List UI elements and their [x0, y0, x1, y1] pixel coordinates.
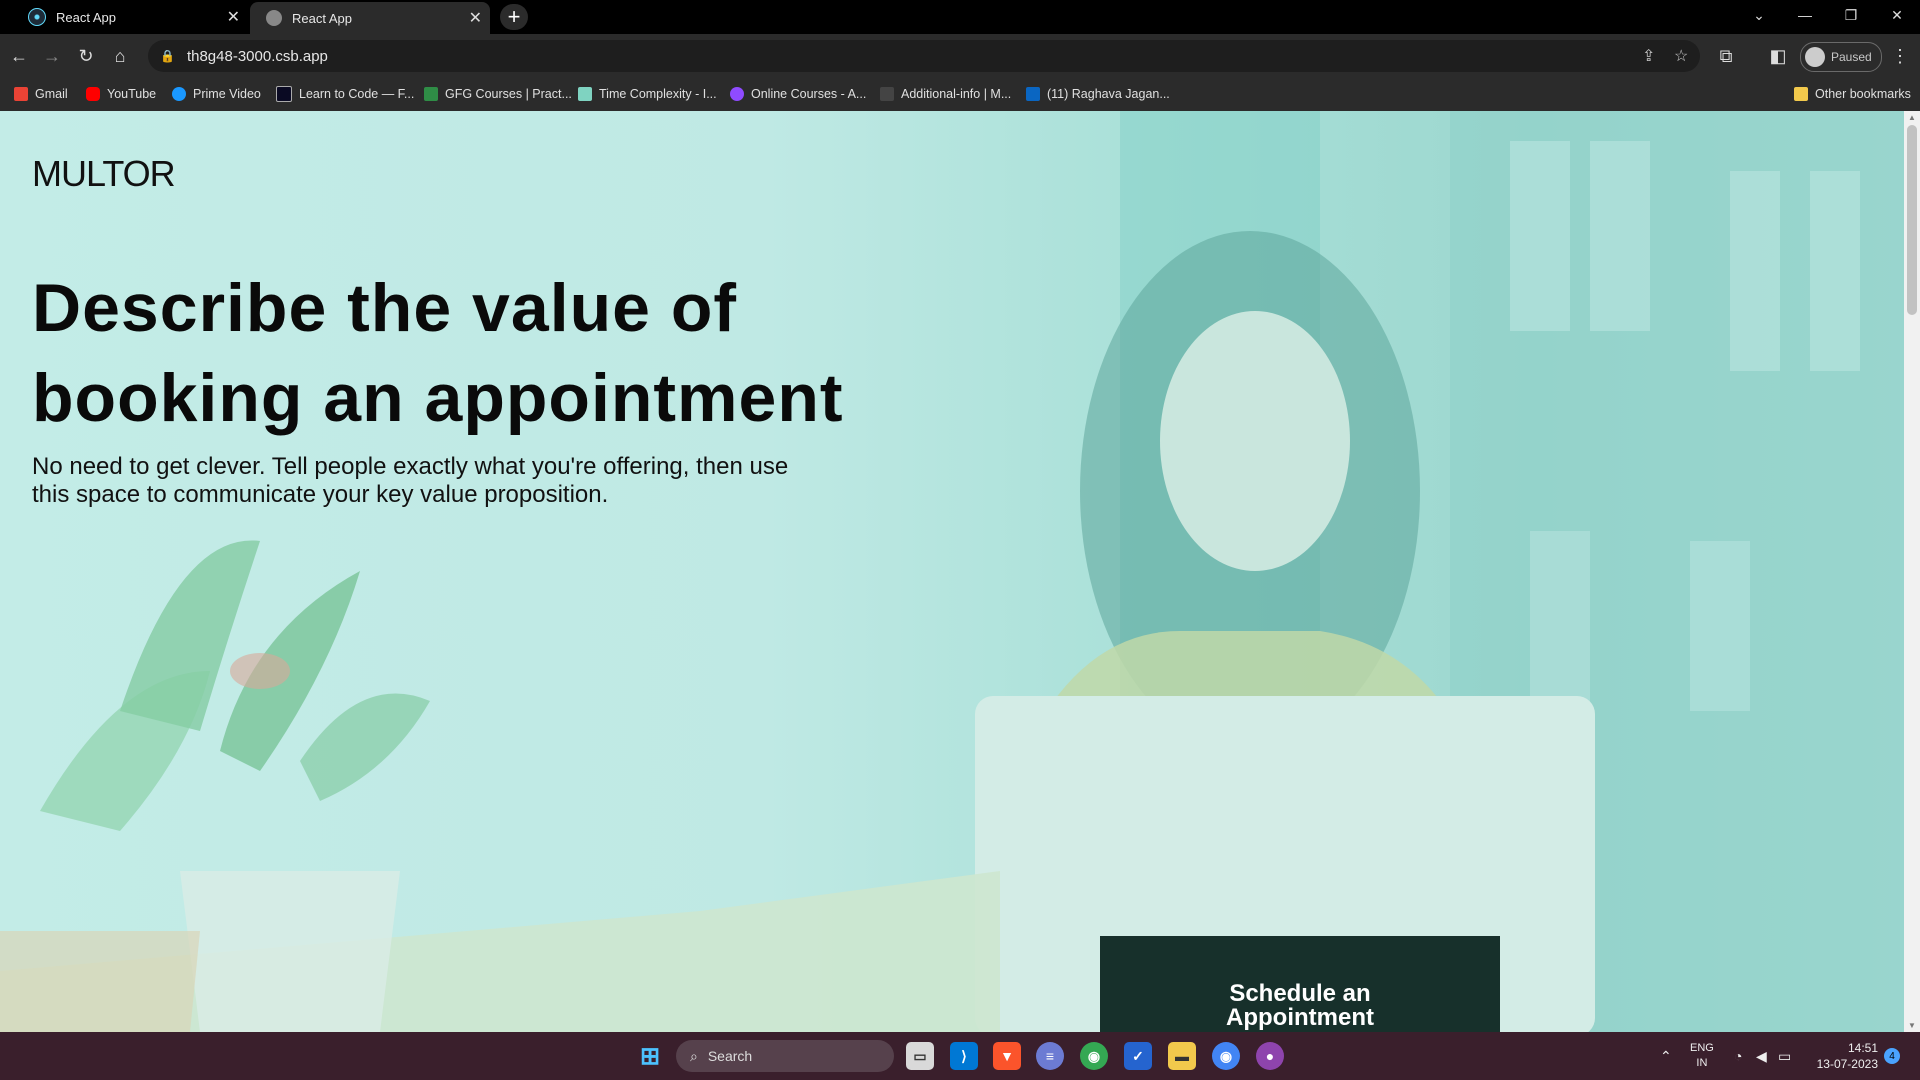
tab-react-app-2[interactable]: React App ✕	[250, 2, 490, 34]
courses-icon	[730, 87, 744, 101]
react-icon	[28, 8, 46, 26]
bookmarks-bar: Gmail YouTube Prime Video Learn to Code …	[0, 78, 1920, 112]
profile-button[interactable]: Paused	[1800, 42, 1882, 72]
bookmark-linkedin[interactable]: (11) Raghava Jagan...	[1026, 85, 1170, 103]
minimize-icon[interactable]: —	[1782, 0, 1828, 30]
page-scrollbar[interactable]: ▲ ▼	[1904, 111, 1920, 1032]
bookmark-label: (11) Raghava Jagan...	[1047, 87, 1170, 101]
bookmark-label: Learn to Code — F...	[299, 87, 415, 101]
schedule-appointment-button[interactable]: Schedule an Appointment	[1100, 936, 1500, 1032]
region-code: IN	[1696, 1057, 1708, 1069]
tab-label: React App	[56, 9, 116, 25]
share-icon[interactable]: ⇪	[1642, 40, 1655, 72]
address-bar[interactable]: 🔒 th8g48-3000.csb.app ⇪ ☆	[148, 40, 1700, 72]
bookmark-star-icon[interactable]: ☆	[1674, 40, 1688, 72]
browser-toolbar: ← → ↻ ⌂ 🔒 th8g48-3000.csb.app ⇪ ☆ ⧉ ◧ Pa…	[0, 34, 1920, 78]
taskbar: ⊞ ⌕ Search ▭ ⟩ ▼ ≡ ◉ ✓ ▬ ◉ ● ⌃ ENG IN ◔ …	[0, 1032, 1920, 1080]
cta-label: Schedule an Appointment	[1226, 980, 1374, 1031]
mountain-icon	[578, 87, 592, 101]
bookmark-label: Gmail	[35, 87, 68, 101]
tab-search-icon[interactable]: ⌄	[1736, 0, 1782, 30]
chrome-icon[interactable]: ◉	[1080, 1042, 1108, 1070]
linkedin-icon	[1026, 87, 1040, 101]
url-text[interactable]: th8g48-3000.csb.app	[187, 48, 328, 65]
bookmark-label: Time Complexity - I...	[599, 87, 717, 101]
gmail-icon	[14, 87, 28, 101]
wifi-icon[interactable]: ◔	[1734, 1032, 1742, 1080]
volume-icon[interactable]: ◀	[1756, 1032, 1767, 1080]
bookmark-label: Online Courses - A...	[751, 87, 867, 101]
doc-icon	[880, 87, 894, 101]
window-close-icon[interactable]: ✕	[1874, 0, 1920, 30]
tab-react-app-1[interactable]: React App ✕	[0, 0, 248, 34]
bookmark-label: Other bookmarks	[1815, 87, 1911, 101]
globe-icon	[266, 10, 282, 26]
search-icon: ⌕	[690, 1047, 698, 1064]
brave-icon[interactable]: ▼	[993, 1042, 1021, 1070]
scroll-down-icon[interactable]: ▼	[1907, 1021, 1917, 1030]
restore-icon[interactable]: ❐	[1828, 0, 1874, 30]
tray-chevron-icon[interactable]: ⌃	[1660, 1032, 1672, 1080]
hero-title: Describe the value of booking an appoint…	[32, 270, 844, 436]
hero-subtitle: No need to get clever. Tell people exact…	[32, 453, 789, 508]
tab-strip: React App ✕ React App ✕ + ⌄ — ❐ ✕	[0, 0, 1920, 34]
file-explorer-icon[interactable]: ▬	[1168, 1042, 1196, 1070]
notification-badge[interactable]: 4	[1884, 1048, 1900, 1064]
vscode-icon[interactable]: ⟩	[950, 1042, 978, 1070]
bookmark-additional-info[interactable]: Additional-info | M...	[880, 85, 1011, 103]
hero-background-photo	[0, 111, 1920, 1032]
lang-code: ENG	[1690, 1042, 1714, 1054]
github-desktop-icon[interactable]: ●	[1256, 1042, 1284, 1070]
new-tab-button[interactable]: +	[500, 4, 528, 30]
bookmark-gmail[interactable]: Gmail	[14, 85, 68, 103]
bookmark-label: Additional-info | M...	[901, 87, 1012, 101]
todo-icon[interactable]: ✓	[1124, 1042, 1152, 1070]
prime-video-icon	[172, 87, 186, 101]
taskbar-search[interactable]: ⌕ Search	[676, 1040, 894, 1072]
bookmark-youtube[interactable]: YouTube	[86, 85, 156, 103]
bookmark-time-complexity[interactable]: Time Complexity - I...	[578, 85, 717, 103]
lock-icon[interactable]: 🔒	[160, 49, 175, 63]
scroll-up-icon[interactable]: ▲	[1907, 113, 1917, 122]
chrome-active-icon[interactable]: ◉	[1212, 1042, 1240, 1070]
brand-logo[interactable]: MULTOR	[32, 153, 176, 195]
home-icon[interactable]: ⌂	[108, 44, 132, 68]
extensions-icon[interactable]: ⧉	[1714, 44, 1738, 68]
bookmark-prime-video[interactable]: Prime Video	[172, 85, 261, 103]
tab-label: React App	[292, 10, 352, 26]
scrollbar-thumb[interactable]	[1907, 125, 1917, 315]
bookmark-gfg[interactable]: GFG Courses | Pract...	[424, 85, 572, 103]
system-clock[interactable]: 14:51 13-07-2023	[1808, 1040, 1878, 1072]
back-icon[interactable]: ←	[7, 44, 31, 68]
reload-icon[interactable]: ↻	[74, 44, 98, 68]
language-indicator[interactable]: ENG IN	[1690, 1032, 1714, 1080]
web-page: MULTOR Describe the value of booking an …	[0, 111, 1920, 1032]
clock-date: 13-07-2023	[1816, 1057, 1878, 1071]
gfg-icon	[424, 87, 438, 101]
task-view-icon[interactable]: ▭	[906, 1042, 934, 1070]
avatar	[1805, 47, 1825, 67]
bookmark-label: YouTube	[107, 87, 157, 101]
app-icon[interactable]: ≡	[1036, 1042, 1064, 1070]
other-bookmarks[interactable]: Other bookmarks	[1794, 85, 1911, 103]
windows-start-icon[interactable]: ⊞	[636, 1042, 664, 1070]
profile-status: Paused	[1831, 50, 1872, 64]
freecodecamp-icon	[276, 86, 292, 102]
youtube-icon	[86, 87, 100, 101]
battery-icon[interactable]: ▭	[1778, 1032, 1791, 1080]
side-panel-icon[interactable]: ◧	[1766, 44, 1790, 68]
bookmark-label: Prime Video	[193, 87, 261, 101]
close-icon[interactable]: ✕	[469, 8, 482, 28]
bookmark-freecodecamp[interactable]: Learn to Code — F...	[276, 85, 414, 103]
menu-kebab-icon[interactable]: ⋮	[1888, 44, 1912, 68]
search-placeholder: Search	[707, 1048, 753, 1064]
bookmark-online-courses[interactable]: Online Courses - A...	[730, 85, 866, 103]
close-icon[interactable]: ✕	[227, 7, 240, 27]
clock-time: 14:51	[1847, 1041, 1878, 1055]
forward-icon[interactable]: →	[40, 44, 64, 68]
folder-icon	[1794, 87, 1808, 101]
bookmark-label: GFG Courses | Pract...	[445, 87, 572, 101]
